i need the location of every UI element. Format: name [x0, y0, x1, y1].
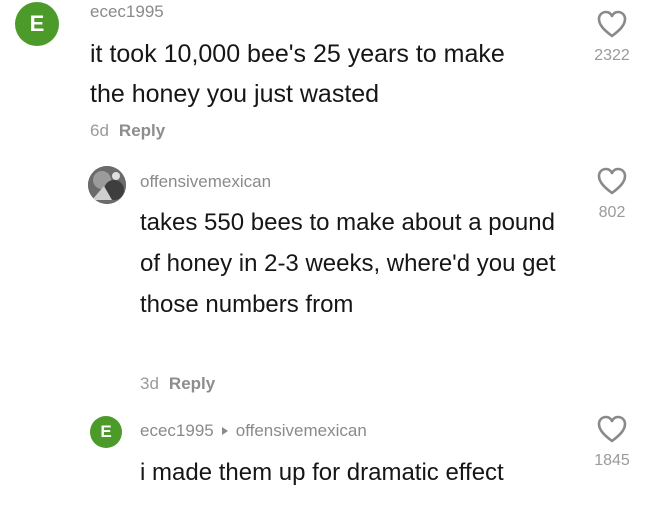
- comment-1: E ecec1995 it took 10,000 bee's 25 years…: [0, 0, 646, 150]
- like-count: 2322: [594, 47, 630, 64]
- comment-text: i made them up for dramatic effect: [140, 459, 504, 486]
- heart-outline-icon: [597, 167, 627, 195]
- reply-button[interactable]: Reply: [169, 374, 215, 393]
- avatar-letter: E: [29, 11, 45, 36]
- heart-outline-icon: [597, 10, 627, 38]
- comment-age: 3d: [140, 374, 159, 393]
- comment-3: E ecec1995 offensivemexican i made them u…: [0, 412, 646, 527]
- comment-username[interactable]: ecec1995: [140, 421, 214, 440]
- like-button[interactable]: 2322: [582, 9, 642, 65]
- like-button[interactable]: 1845: [582, 414, 642, 470]
- comment-text: it took 10,000 bee's 25 years to make th…: [90, 40, 505, 108]
- reply-button[interactable]: Reply: [119, 121, 165, 140]
- comment-meta: 6d Reply: [90, 121, 165, 141]
- comment-text: takes 550 bees to make about a pound of …: [140, 209, 556, 318]
- avatar[interactable]: E: [15, 2, 59, 46]
- comment-2: offensivemexican takes 550 bees to make …: [0, 160, 646, 410]
- profile-photo-icon: [88, 166, 126, 204]
- comment-username[interactable]: offensivemexican: [140, 172, 271, 192]
- like-button[interactable]: 802: [582, 166, 642, 222]
- comment-age: 6d: [90, 121, 109, 140]
- avatar-letter: E: [100, 422, 112, 441]
- reply-to-username[interactable]: offensivemexican: [236, 421, 367, 440]
- avatar[interactable]: [88, 166, 126, 204]
- comment-username[interactable]: ecec1995: [90, 2, 164, 22]
- like-count: 1845: [594, 452, 630, 469]
- reply-arrow-icon: [221, 427, 228, 435]
- like-count: 802: [598, 204, 626, 221]
- heart-outline-icon: [597, 415, 627, 443]
- comment-username-row: ecec1995 offensivemexican: [140, 421, 367, 441]
- comment-meta: 3d Reply: [140, 374, 215, 394]
- avatar[interactable]: E: [90, 416, 122, 448]
